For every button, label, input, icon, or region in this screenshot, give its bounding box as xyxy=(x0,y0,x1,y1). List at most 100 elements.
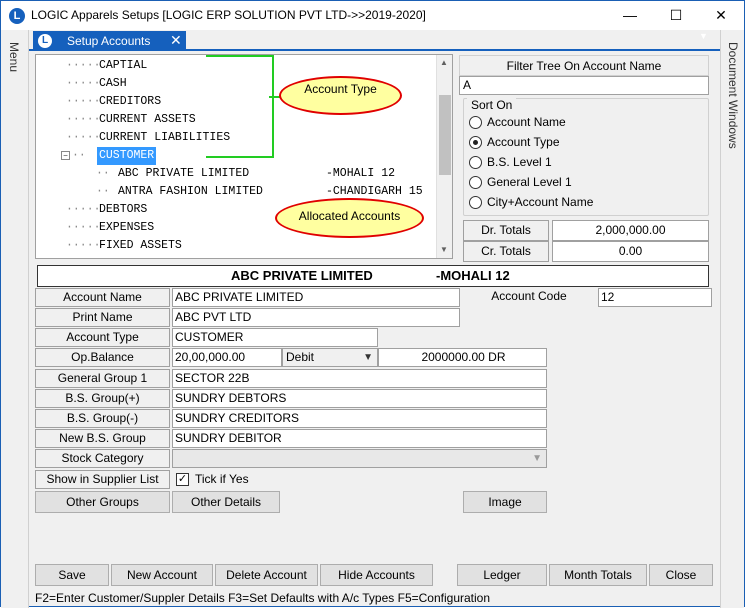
debit-credit-value: Debit xyxy=(286,350,315,364)
tab-setup-accounts[interactable]: L Setup Accounts ✕ xyxy=(33,31,186,51)
tree-connector: ·· xyxy=(96,185,110,198)
tree-connector: ····· xyxy=(66,221,101,234)
bs-group-minus-field[interactable]: SUNDRY CREDITORS xyxy=(172,409,547,428)
account-type-field[interactable]: CUSTOMER xyxy=(172,328,378,347)
maximize-button[interactable]: ☐ xyxy=(653,3,699,27)
new-account-button[interactable]: New Account xyxy=(111,564,213,586)
account-code-label: Account Code xyxy=(460,288,598,307)
scroll-down-icon[interactable]: ▼ xyxy=(440,245,448,254)
radio-label: Account Name xyxy=(487,115,566,129)
type-bracket xyxy=(206,55,274,158)
tree-connector: ····· xyxy=(66,203,101,216)
tree-item-label: CREDITORS xyxy=(99,95,162,108)
tab-dropdown-icon[interactable]: ▼ xyxy=(699,31,708,41)
allocated-accounts-callout: Allocated Accounts xyxy=(275,198,424,238)
tree-item[interactable]: ····· FIXED ASSETS xyxy=(36,237,436,255)
account-code-field[interactable]: 12 xyxy=(598,288,712,307)
bs-group-plus-field[interactable]: SUNDRY DEBTORS xyxy=(172,389,547,408)
other-details-button[interactable]: Other Details xyxy=(172,491,280,513)
tree-child-item[interactable]: ·· ABC PRIVATE LIMITED -MOHALI 12 xyxy=(36,165,436,183)
minimize-button[interactable]: — xyxy=(607,3,653,27)
account-type-label: Account Type xyxy=(35,328,170,347)
tree-connector: ····· xyxy=(66,239,101,252)
app-logo-icon: L xyxy=(38,34,52,48)
bs-group-minus-label: B.S. Group(-) xyxy=(35,409,170,428)
scroll-up-icon[interactable]: ▲ xyxy=(440,58,448,67)
sort-on-legend: Sort On xyxy=(467,98,517,112)
main-window: L LOGIC Apparels Setups [LOGIC ERP SOLUT… xyxy=(0,0,745,608)
radio-icon[interactable] xyxy=(469,196,482,209)
tree-item-label: DEBTORS xyxy=(99,203,148,216)
account-name-field[interactable]: ABC PRIVATE LIMITED xyxy=(172,288,460,307)
general-group-field[interactable]: SECTOR 22B xyxy=(172,369,547,388)
tree-scrollbar[interactable]: ▲ ▼ xyxy=(436,55,452,258)
tree-connector: ·· xyxy=(96,167,110,180)
dr-totals-value: 2,000,000.00 xyxy=(552,220,709,241)
tree-item-label: CAPTIAL xyxy=(99,59,148,72)
radio-icon[interactable] xyxy=(469,116,482,129)
header-account-name: ABC PRIVATE LIMITED xyxy=(231,268,373,283)
radio-icon[interactable] xyxy=(469,176,482,189)
menu-rail-label: Menu xyxy=(7,42,21,73)
stock-category-select[interactable]: ▼ xyxy=(172,449,547,468)
print-name-field[interactable]: ABC PVT LTD xyxy=(172,308,460,327)
title-bar: L LOGIC Apparels Setups [LOGIC ERP SOLUT… xyxy=(1,1,744,30)
menu-rail[interactable]: Menu xyxy=(1,30,29,608)
chevron-down-icon: ▼ xyxy=(532,453,542,464)
chevron-down-icon: ▼ xyxy=(363,352,373,363)
tree-item-label: ANTRA FASHION LIMITED xyxy=(118,185,263,198)
new-bs-group-label: New B.S. Group xyxy=(35,429,170,448)
document-windows-rail[interactable]: Document Windows xyxy=(720,30,744,608)
general-group-label: General Group 1 xyxy=(35,369,170,388)
tree-child-item[interactable]: ·· ANTRA FASHION LIMITED -CHANDIGARH 15 xyxy=(36,183,436,201)
collapse-icon[interactable]: − xyxy=(61,151,70,160)
debit-credit-select[interactable]: Debit ▼ xyxy=(282,348,378,367)
radio-label: Account Type xyxy=(487,135,560,149)
tree-item-label: CUSTOMER xyxy=(97,147,157,165)
radio-label: General Level 1 xyxy=(487,175,572,189)
selected-account-header: ABC PRIVATE LIMITED -MOHALI 12 xyxy=(37,265,709,287)
supplier-list-checkbox[interactable]: ✓ xyxy=(176,473,189,486)
account-name-label: Account Name xyxy=(35,288,170,307)
tree-connector: ····· xyxy=(66,131,101,144)
balance-display: 2000000.00 DR xyxy=(378,348,547,367)
close-button[interactable]: ✕ xyxy=(698,3,744,27)
app-logo-icon: L xyxy=(9,8,25,24)
radio-label: B.S. Level 1 xyxy=(487,155,552,169)
window-title: LOGIC Apparels Setups [LOGIC ERP SOLUTIO… xyxy=(31,8,426,22)
ledger-button[interactable]: Ledger xyxy=(457,564,547,586)
tick-if-yes-label: Tick if Yes xyxy=(195,472,249,486)
tab-strip: L Setup Accounts ✕ xyxy=(29,30,720,51)
close-form-button[interactable]: Close xyxy=(649,564,713,586)
supplier-list-label: Show in Supplier List xyxy=(35,470,170,489)
other-groups-button[interactable]: Other Groups xyxy=(35,491,170,513)
tab-close-icon[interactable]: ✕ xyxy=(170,32,182,49)
cr-totals-value: 0.00 xyxy=(552,241,709,262)
tree-connector: ····· xyxy=(66,59,101,72)
scroll-thumb[interactable] xyxy=(439,95,451,175)
tab-label: Setup Accounts xyxy=(67,34,151,48)
tree-connector: ·· xyxy=(72,149,86,162)
filter-tree-input[interactable]: A xyxy=(459,76,709,95)
radio-icon[interactable] xyxy=(469,156,482,169)
document-windows-label: Document Windows xyxy=(726,42,740,149)
account-type-callout: Account Type xyxy=(279,76,402,115)
tree-item-label: CASH xyxy=(99,77,127,90)
delete-account-button[interactable]: Delete Account xyxy=(215,564,318,586)
stock-category-label: Stock Category xyxy=(35,449,170,468)
tree-item-label: ABC PRIVATE LIMITED xyxy=(118,167,250,180)
tree-connector: ····· xyxy=(66,77,101,90)
tree-item-label: FIXED ASSETS xyxy=(99,239,182,252)
print-name-label: Print Name xyxy=(35,308,170,327)
radio-icon[interactable] xyxy=(469,136,482,149)
tree-item-label: EXPENSES xyxy=(99,221,155,234)
header-account-city: -MOHALI 12 xyxy=(436,268,510,283)
save-button[interactable]: Save xyxy=(35,564,109,586)
image-button[interactable]: Image xyxy=(463,491,547,513)
op-balance-field[interactable]: 20,00,000.00 xyxy=(172,348,282,367)
hide-accounts-button[interactable]: Hide Accounts xyxy=(320,564,433,586)
tree-item-city: -MOHALI 12 xyxy=(326,167,396,180)
new-bs-group-field[interactable]: SUNDRY DEBITOR xyxy=(172,429,547,448)
month-totals-button[interactable]: Month Totals xyxy=(549,564,647,586)
status-bar: F2=Enter Customer/Suppler Details F3=Set… xyxy=(35,591,491,605)
